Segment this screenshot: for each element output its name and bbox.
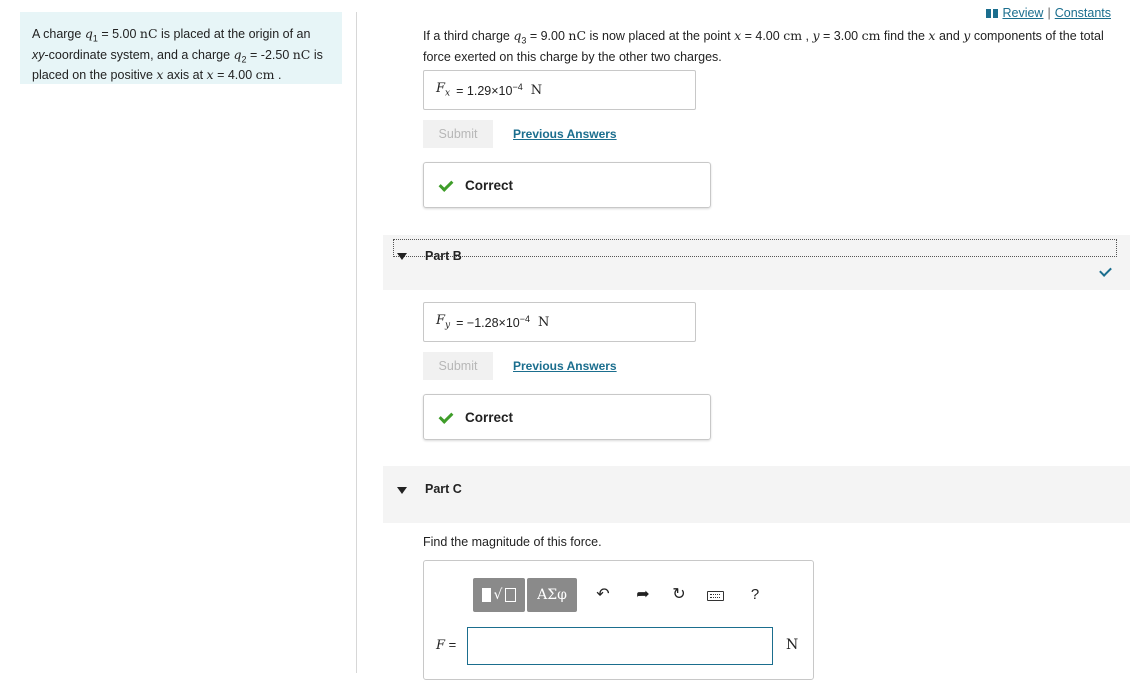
text: A charge <box>32 27 85 41</box>
unit: cm <box>783 28 803 43</box>
text: = 4.00 <box>213 68 256 82</box>
problem-statement: A charge q1 = 5.00 nC is placed at the o… <box>20 12 342 84</box>
part-c-unit: N <box>786 637 799 653</box>
fy-label: Fy <box>436 313 451 331</box>
text: and <box>935 29 964 43</box>
fx-label: Fx <box>436 81 451 99</box>
part-b-status: Correct <box>465 409 514 425</box>
constants-link[interactable]: Constants <box>1055 6 1111 20</box>
templates-button[interactable]: √ <box>473 578 525 612</box>
unit: nC <box>568 28 587 43</box>
unit: nC <box>139 26 158 41</box>
book-icon <box>986 8 999 18</box>
text: -coordinate system, and a charge <box>44 47 234 62</box>
unit: cm <box>861 28 881 43</box>
math-editor: √ ΑΣφ ↶ ➦ ↻ ? F = N <box>423 560 814 680</box>
y-variable: y <box>812 28 820 43</box>
focus-outline <box>393 239 1117 257</box>
column-divider <box>356 12 357 673</box>
part-a-value: = 1.29×10−4 <box>456 82 523 98</box>
text: = 4.00 <box>741 29 784 43</box>
sqrt-icon: √ <box>493 587 503 603</box>
part-c-title: Part C <box>425 482 462 496</box>
part-b-header[interactable]: Part B <box>383 235 1130 290</box>
template-box-icon <box>505 588 517 602</box>
part-a-previous-answers-link[interactable]: Previous Answers <box>513 127 617 141</box>
part-b-title: Part B <box>425 249 462 263</box>
part-c-prompt: Find the magnitude of this force. <box>423 535 602 549</box>
redo-icon[interactable]: ➦ <box>634 587 652 603</box>
check-icon <box>439 178 453 192</box>
caret-down-icon[interactable] <box>397 253 407 260</box>
part-c-header[interactable]: Part C <box>383 466 1130 523</box>
unit: cm <box>255 67 275 82</box>
text: , <box>802 29 813 43</box>
help-icon[interactable]: ? <box>746 587 764 603</box>
caret-down-icon[interactable] <box>397 487 407 494</box>
part-b-answer-field[interactable]: Fy = −1.28×10−4 N <box>423 302 696 342</box>
completed-check-icon <box>1098 265 1112 279</box>
part-a-status: Correct <box>465 177 514 193</box>
text: is now placed at the point <box>586 29 735 43</box>
text: find the <box>880 29 929 43</box>
x-variable: x <box>206 67 214 82</box>
text: = 9.00 <box>526 29 569 43</box>
part-b-previous-answers-link[interactable]: Previous Answers <box>513 359 617 373</box>
part-a-answer-field[interactable]: Fx = 1.29×10−4 N <box>423 70 696 110</box>
question-text: If a third charge q3 = 9.00 nC is now pl… <box>423 28 1128 65</box>
text: is placed at the origin of an <box>157 27 311 41</box>
part-a-unit: N <box>530 82 543 98</box>
part-b-submit-button[interactable]: Submit <box>423 352 493 380</box>
check-icon <box>439 410 453 424</box>
template-block-icon <box>481 588 491 602</box>
keyboard-icon[interactable] <box>707 591 724 601</box>
f-label: F = <box>436 637 457 653</box>
part-a-submit-button[interactable]: Submit <box>423 120 493 148</box>
undo-icon[interactable]: ↶ <box>594 587 612 603</box>
review-link[interactable]: Review <box>1002 6 1043 20</box>
text: . <box>274 68 282 82</box>
greek-symbols-button[interactable]: ΑΣφ <box>527 578 577 612</box>
text: = 3.00 <box>819 29 862 43</box>
part-b-feedback: Correct <box>423 394 711 440</box>
text: = 5.00 <box>97 27 140 41</box>
top-links: Review | Constants <box>986 6 1111 20</box>
magnitude-input[interactable] <box>467 627 773 665</box>
text: axis at <box>163 68 207 82</box>
part-a-feedback: Correct <box>423 162 711 208</box>
part-b-unit: N <box>538 314 550 330</box>
reset-icon[interactable]: ↻ <box>670 587 688 603</box>
separator: | <box>1047 6 1051 20</box>
unit: nC <box>292 46 311 62</box>
text: = -2.50 <box>246 47 293 62</box>
text: xy <box>32 47 45 62</box>
q1-symbol: q <box>84 26 93 41</box>
part-b-value: = −1.28×10−4 <box>456 314 531 330</box>
text: If a third charge <box>423 29 514 43</box>
q2-symbol: q <box>233 46 242 62</box>
